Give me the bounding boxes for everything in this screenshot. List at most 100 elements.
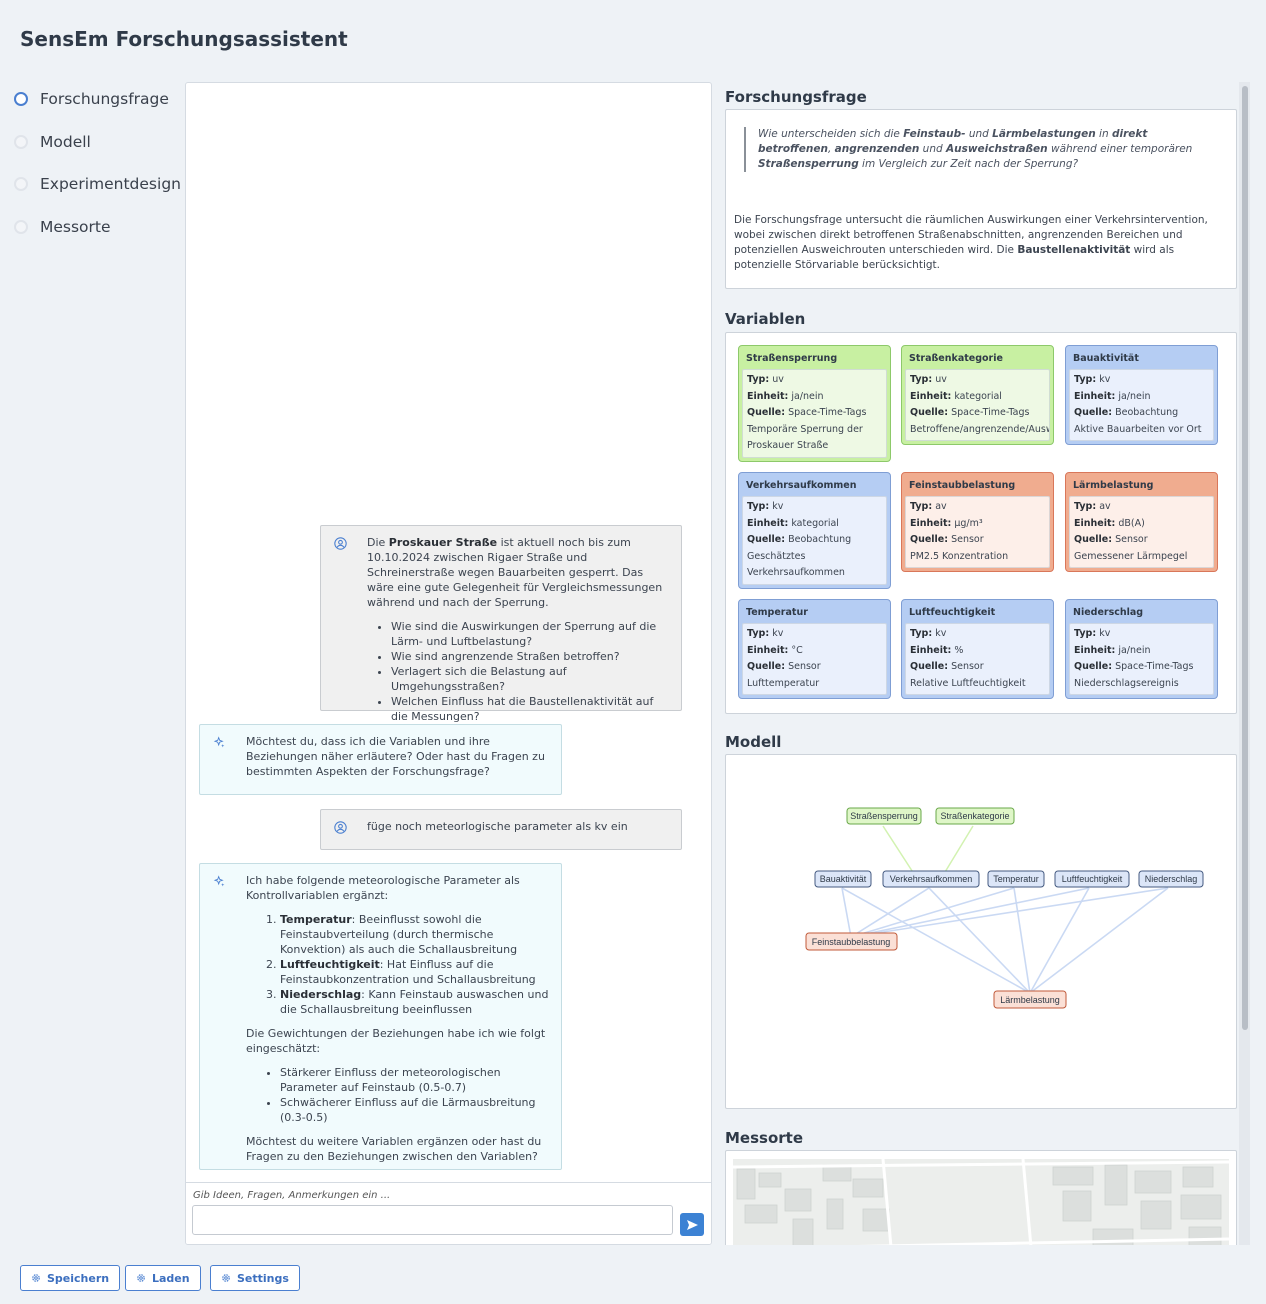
graph-node-label: Straßenkategorie [940,811,1009,821]
variable-card[interactable]: Straßenkategorie Typ: uv Einheit: kategori… [901,345,1054,445]
results-scrollbar[interactable] [1239,82,1250,1245]
sparkle-icon [213,875,225,887]
results-panel: Forschungsfrage Wie unterscheiden sich d… [725,82,1250,1245]
settings-button[interactable]: Settings [210,1265,300,1291]
step-label: Forschungsfrage [40,90,169,109]
variable-unit: Einheit: % [910,644,964,656]
variable-description: Aktive Bauarbeiten vor Ort [1074,423,1202,435]
model-heading: Modell [725,733,782,751]
graph-node-label: Luftfeuchtigkeit [1062,874,1123,884]
variable-source: Quelle: Beobachtung [1074,407,1179,418]
variable-type: Typ: uv [910,374,947,385]
chat-input-area: Gib Ideen, Fragen, Anmerkungen ein ... [186,1182,711,1244]
scrollbar-thumb[interactable] [1242,86,1248,1030]
variable-unit: Einheit: dB(A) [1074,517,1145,529]
variable-card[interactable]: Temperatur Typ: kv Einheit: °C Quelle: Sens… [738,599,891,699]
send-icon [686,1219,698,1230]
variable-description: Betroffene/angrenzende/Ausweic [910,423,1049,435]
variable-type: Typ: kv [1074,374,1111,385]
step-indicator-icon [14,92,28,107]
message-text: Möchtest du, dass ich die Variablen und … [246,735,545,778]
model-graph-panel: Straßensperrung Straßenkategorie Bauakti… [725,754,1237,1109]
graph-node-label: Feinstaubbelastung [812,937,891,947]
variable-name: Lärmbelastung [1073,480,1154,491]
chat-input[interactable] [192,1205,673,1235]
graph-node-label: Bauaktivität [820,874,867,884]
variable-name: Feinstaubbelastung [909,480,1016,491]
variable-unit: Einheit: kategorial [910,390,1002,402]
variable-unit: Einheit: ja/nein [1074,390,1151,402]
variable-card[interactable]: Straßensperrung Typ: uv Einheit: ja/nein Qu… [738,345,891,462]
message-list: Temperatur: Beeinflusst sowohl die Feins… [246,912,549,1017]
variable-type: Typ: kv [747,628,784,639]
variable-card[interactable]: Lärmbelastung Typ: av Einheit: dB(A) Quelle… [1065,472,1218,572]
chat-panel: Die Proskauer Straße ist aktuell noch bi… [185,82,712,1245]
step-forschungsfrage[interactable]: Forschungsfrage [14,78,184,121]
research-question-heading: Forschungsfrage [725,88,867,106]
step-navigation: Forschungsfrage Modell Experimentdesign … [14,78,184,248]
variable-name: Niederschlag [1073,607,1144,618]
variables-heading: Variablen [725,310,806,328]
list-item: Wie sind angrenzende Straßen betroffen? [391,649,669,664]
variable-source: Quelle: Space-Time-Tags [910,407,1030,418]
variable-unit: Einheit: ja/nein [747,390,824,402]
list-item: Luftfeuchtigkeit: Hat Einfluss auf die F… [280,957,549,987]
graph-edge [1029,887,1090,994]
step-modell[interactable]: Modell [14,121,184,164]
variable-description: Niederschlagsereignis [1074,677,1179,689]
variable-details: Typ: uv Einheit: kategorial Quelle: Space-… [905,369,1050,441]
variable-unit: Einheit: kategorial [747,517,839,529]
map-tiles [733,1159,1229,1245]
graph-edge [850,887,1169,938]
message-text: füge noch meteorlogische parameter als k… [367,820,628,833]
step-experimentdesign[interactable]: Experimentdesign [14,163,184,206]
save-button[interactable]: Speichern [20,1265,121,1291]
variable-card[interactable]: Feinstaubbelastung Typ: av Einheit: µg/m³ Q… [901,472,1054,572]
variable-source: Quelle: Beobachtung [747,534,852,545]
message-list: Wie sind die Auswirkungen der Sperrung a… [367,619,669,724]
variable-name: Temperatur [746,607,808,618]
message-list: Stärkerer Einfluss der meteorologischen … [246,1065,549,1125]
graph-edge [850,887,1015,938]
variable-details: Typ: uv Einheit: ja/nein Quelle: Space-Tim… [742,369,887,458]
list-item: Welchen Einfluss hat die Baustellenaktiv… [391,694,669,724]
user-message: Die Proskauer Straße ist aktuell noch bi… [320,525,682,723]
graph-node-label: Temperatur [993,874,1039,884]
graph-edge [841,887,852,938]
research-question-description: Die Forschungsfrage untersucht die räuml… [734,214,1208,271]
message-text: Die Proskauer Straße ist aktuell noch bi… [367,536,663,609]
variable-card[interactable]: Niederschlag Typ: kv Einheit: ja/nein Quell… [1065,599,1218,699]
variable-description: Geschätztes [747,550,806,562]
variable-description: Temporäre Sperrung der [747,423,863,435]
graph-node-label: Lärmbelastung [1000,995,1060,1005]
variables-panel: Straßensperrung Typ: uv Einheit: ja/nein Qu… [725,332,1237,714]
variable-card[interactable]: Luftfeuchtigkeit Typ: kv Einheit: % Quelle:… [901,599,1054,699]
variable-source: Quelle: Sensor [747,661,821,672]
list-item: Niederschlag: Kann Feinstaub auswaschen … [280,987,549,1017]
variable-unit: Einheit: µg/m³ [910,517,983,529]
send-button[interactable] [680,1213,704,1236]
graph-edge [1029,887,1169,994]
variable-details: Typ: kv Einheit: °C Quelle: Sensor Lufttemp… [742,623,887,695]
list-item: Verlagert sich die Belastung auf Umgehun… [391,664,669,694]
graph-edge [882,825,917,878]
graph-node-label: Niederschlag [1145,874,1198,884]
variable-card[interactable]: Bauaktivität Typ: kv Einheit: ja/nein Quell… [1065,345,1218,445]
assistant-message: Möchtest du, dass ich die Variablen und … [199,724,562,795]
variable-unit: Einheit: ja/nein [1074,644,1151,656]
variable-description: Relative Luftfeuchtigkeit [910,677,1026,689]
variable-type: Typ: kv [1074,628,1111,639]
variable-details: Typ: kv Einheit: ja/nein Quelle: Beobachtu… [1069,369,1214,441]
chat-input-label: Gib Ideen, Fragen, Anmerkungen ein ... [193,1190,391,1201]
variable-details: Typ: av Einheit: µg/m³ Quelle: Sensor PM2.5… [905,496,1050,568]
step-label: Modell [40,132,91,151]
variable-card[interactable]: Verkehrsaufkommen Typ: kv Einheit: kategor… [738,472,891,589]
step-messorte[interactable]: Messorte [14,206,184,249]
variable-name: Straßenkategorie [909,353,1003,364]
load-button[interactable]: Laden [125,1265,201,1291]
variable-source: Quelle: Sensor [910,661,984,672]
step-indicator-icon [14,177,28,192]
variable-type: Typ: kv [910,628,947,639]
map-view[interactable] [733,1159,1229,1245]
graph-node-label: Straßensperrung [850,811,918,821]
